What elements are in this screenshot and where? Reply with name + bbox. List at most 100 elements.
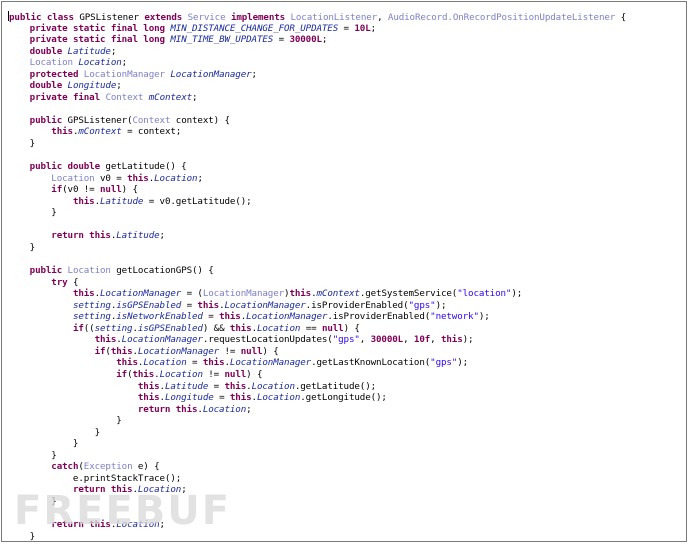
code-token: public [29,265,63,277]
code-token: = [208,380,225,392]
code-line[interactable]: Location Location; [8,57,626,69]
code-token: } [8,438,79,450]
code-token: != [219,345,241,357]
code-line[interactable]: } [8,450,626,462]
code-token: mContext [148,91,193,103]
code-token: ; [121,57,128,69]
code-token: != [202,368,225,380]
code-line[interactable]: this.Longitude = this.Location.getLongit… [8,392,626,404]
code-line[interactable]: this.LocationManager = (LocationManager)… [8,288,626,300]
code-token: setting [72,311,111,323]
code-token: this [72,288,95,300]
code-token: LocationManager [202,288,285,300]
code-line[interactable]: public GPSListener(Context context) { [8,115,626,127]
code-token: LocationManager [246,311,328,323]
code-token: public [29,114,63,126]
code-token: private static final long [29,34,165,46]
code-line[interactable]: catch(Exception e) { [8,461,626,473]
code-line[interactable]: this.Latitude = v0.getLatitude(); [8,196,626,208]
code-token: mContext [78,126,122,138]
code-token: ) { [246,368,263,380]
code-token: (v0 != [62,184,101,196]
code-token: AudioRecord.OnRecordPositionUpdateListen… [387,12,616,23]
code-line[interactable]: protected LocationManager LocationManage… [8,69,626,81]
code-token: } [8,449,57,461]
code-token: double [29,80,63,92]
code-line[interactable]: } [8,438,626,450]
code-line[interactable] [8,150,626,162]
code-token: Location [159,368,203,380]
code-token: 10f [413,334,431,346]
code-line[interactable]: Location v0 = this.Location; [8,173,626,185]
code-token: Location [29,57,73,69]
code-line[interactable]: return this.Location; [8,404,626,416]
code-token: getLocationGPS() { [110,265,214,277]
code-line[interactable]: try { [8,277,626,289]
code-line[interactable]: private final Context mContext; [8,92,626,104]
code-token: { [615,12,627,23]
code-token: Latitude [116,230,160,242]
code-token: this [197,299,220,311]
code-token: "network" [430,311,479,323]
code-line[interactable]: setting.isNetworkEnabled = this.Location… [8,311,626,323]
code-token: Context [105,91,144,103]
code-line[interactable]: private static final long MIN_DISTANCE_C… [8,23,626,35]
code-line[interactable]: this.mContext = context; [8,126,626,138]
code-line[interactable]: private static final long MIN_TIME_BW_UP… [8,34,626,46]
code-token: 10L [354,22,371,34]
code-line[interactable]: } [8,415,626,427]
code-token: e.printStackTrace(); [8,472,182,484]
code-line[interactable]: } [8,427,626,439]
code-token: LocationManager [229,357,312,369]
code-line[interactable]: } [8,242,626,254]
code-token: , [430,334,441,346]
code-token: public double [29,161,101,173]
code-line[interactable]: this.Latitude = this.Location.getLatitud… [8,381,626,393]
code-line[interactable] [8,253,626,265]
code-token: } [8,207,57,219]
code-token: = ( [181,288,203,300]
code-token: ); [435,299,447,311]
code-line[interactable]: setting.isGPSEnabled = this.LocationMana… [8,300,626,312]
code-line[interactable]: this.Location = this.LocationManager.get… [8,357,626,369]
code-token: this [72,195,95,207]
code-line[interactable]: } [8,138,626,150]
code-line[interactable]: this.LocationManager.requestLocationUpda… [8,334,626,346]
code-line[interactable]: if((setting.isGPSEnabled) && this.Locati… [8,323,626,335]
code-line[interactable]: double Latitude; [8,46,626,58]
code-line[interactable] [8,219,626,231]
code-token: ) { [121,184,138,196]
code-token: = [186,357,203,369]
code-token: setting [94,322,133,334]
code-token: private static final long [29,22,165,34]
code-token: LocationManager [121,334,203,346]
java-source-code[interactable]: public class GPSListener extends Service… [8,11,626,542]
code-line[interactable]: return this.Latitude; [8,230,626,242]
code-token: if [116,368,128,380]
code-token: return this [137,403,198,415]
code-line[interactable]: } [8,207,626,219]
code-line[interactable]: if(this.LocationManager != null) { [8,346,626,358]
code-line[interactable]: e.printStackTrace(); [8,473,626,485]
code-line[interactable]: if(this.Location != null) { [8,369,626,381]
code-line[interactable]: public Location getLocationGPS() { [8,265,626,277]
code-line[interactable]: public class GPSListener extends Service… [8,11,626,23]
code-line[interactable]: double Longitude; [8,80,626,92]
code-token: ; [110,45,117,57]
code-token: "gps" [430,357,458,369]
code-line[interactable]: if(v0 != null) { [8,184,626,196]
code-line[interactable] [8,103,626,115]
code-line[interactable]: public double getLatitude() { [8,161,626,173]
